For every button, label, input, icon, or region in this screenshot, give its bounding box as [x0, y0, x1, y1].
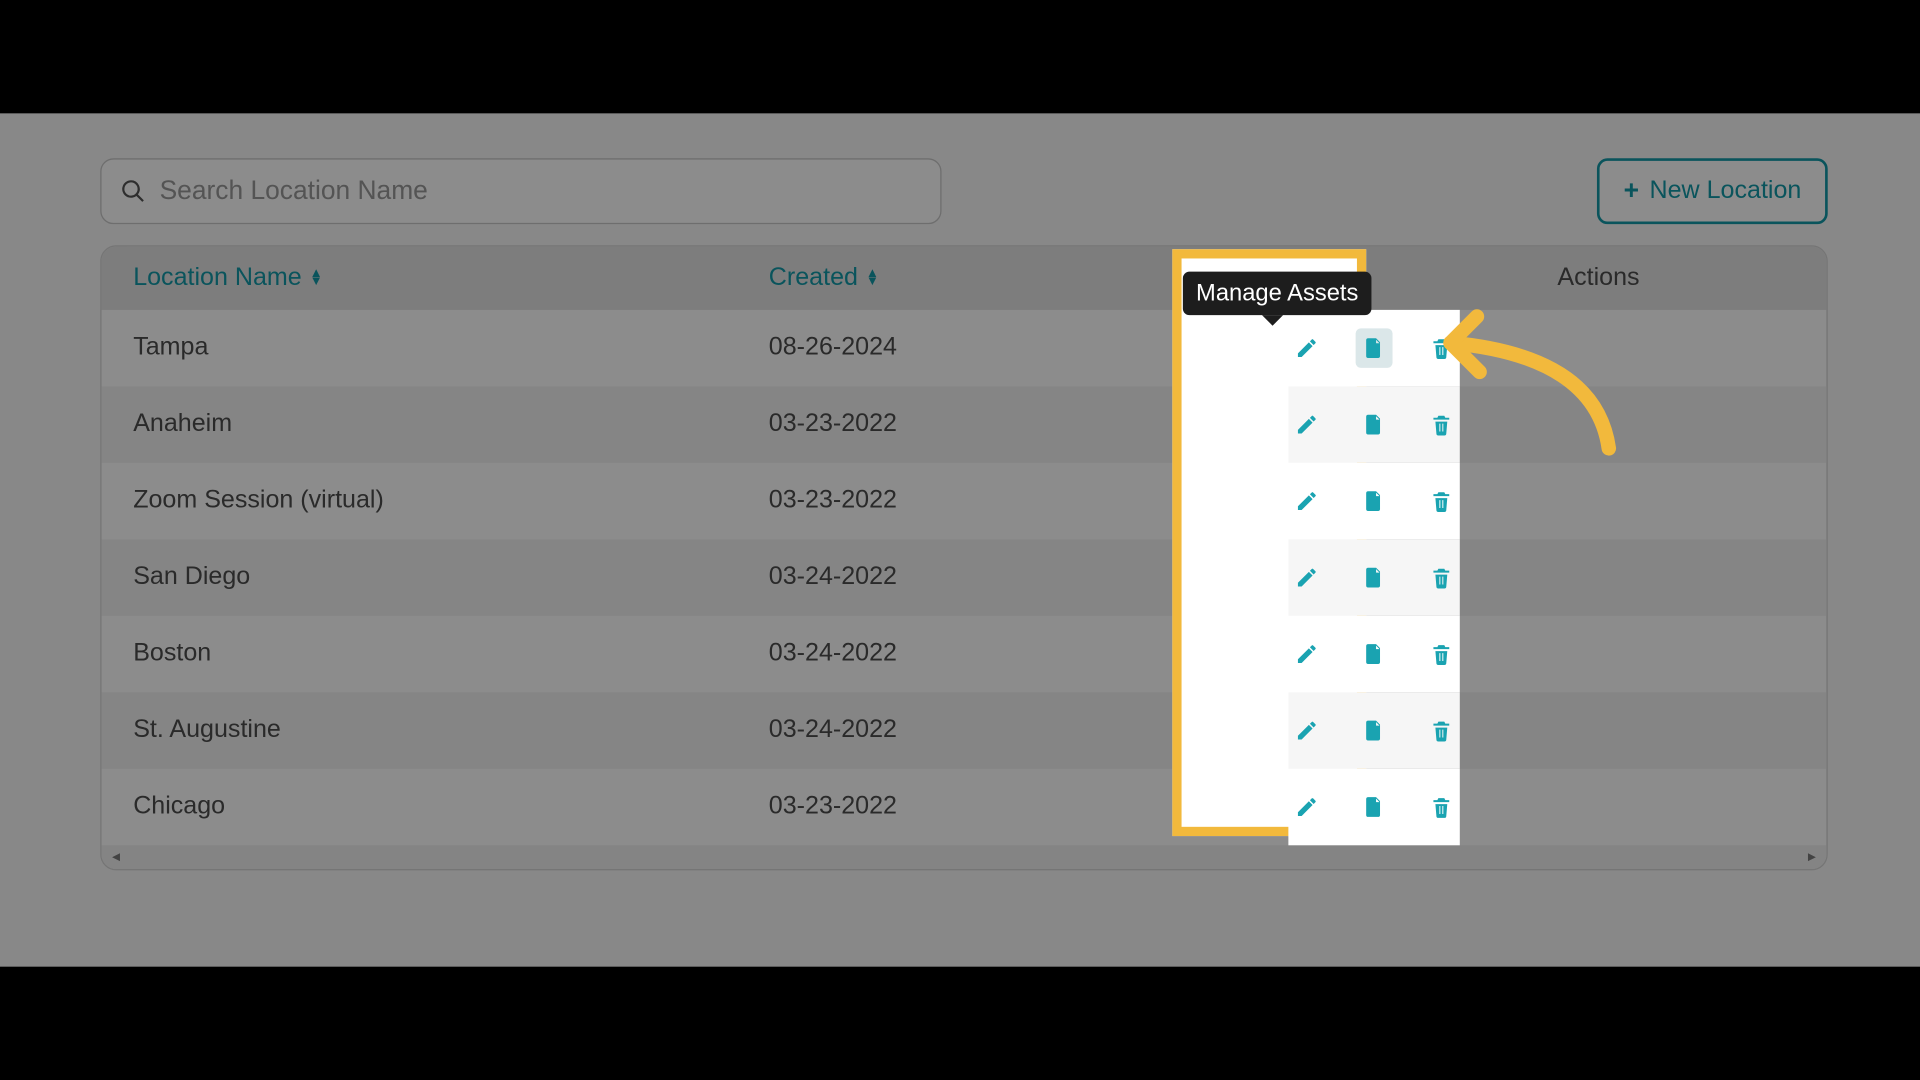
page-background: + New Location Location Name ▲▼ Created … [0, 113, 1920, 966]
tooltip-manage-assets: Manage Assets [1183, 272, 1372, 316]
locations-table: Location Name ▲▼ Created ▲▼ Actions Tamp… [100, 245, 1827, 870]
document-icon [1362, 795, 1386, 819]
manage-assets-button[interactable] [1356, 405, 1392, 445]
cell-actions [1288, 386, 1459, 462]
cell-location-name: Tampa [102, 334, 769, 363]
table-row: Zoom Session (virtual)03-23-2022 [102, 463, 1827, 539]
table-row: San Diego03-24-2022 [102, 539, 1827, 615]
cell-created: 08-26-2024 [769, 334, 1157, 363]
cell-location-name: Boston [102, 640, 769, 669]
cell-actions [1288, 310, 1459, 386]
new-location-label: New Location [1650, 177, 1802, 206]
trash-icon [1430, 642, 1454, 666]
manage-assets-button[interactable] [1356, 634, 1392, 674]
document-icon [1362, 336, 1386, 360]
delete-button[interactable] [1424, 558, 1460, 598]
sort-icon: ▲▼ [866, 270, 879, 286]
search-input[interactable] [160, 176, 922, 206]
cell-created: 03-23-2022 [769, 487, 1157, 516]
table-row: Anaheim03-23-2022 [102, 386, 1827, 462]
trash-icon [1430, 795, 1454, 819]
column-header-created-label: Created [769, 264, 858, 293]
cell-location-name: San Diego [102, 563, 769, 592]
scroll-left-icon[interactable]: ◄ [109, 850, 122, 865]
edit-button[interactable] [1288, 787, 1324, 827]
document-icon [1362, 642, 1386, 666]
cell-created: 03-24-2022 [769, 716, 1157, 745]
document-icon [1362, 413, 1386, 437]
table-row: Tampa08-26-2024 [102, 310, 1827, 386]
column-header-name[interactable]: Location Name ▲▼ [102, 264, 769, 293]
column-header-actions: Actions [1460, 264, 1827, 293]
cell-created: 03-23-2022 [769, 410, 1157, 439]
delete-button[interactable] [1424, 634, 1460, 674]
column-header-name-label: Location Name [133, 264, 302, 293]
cell-location-name: Anaheim [102, 410, 769, 439]
delete-button[interactable] [1424, 405, 1460, 445]
pencil-icon [1295, 489, 1319, 513]
sort-icon: ▲▼ [310, 270, 323, 286]
cell-actions [1288, 616, 1459, 692]
plus-icon: + [1624, 178, 1639, 204]
edit-button[interactable] [1288, 711, 1324, 751]
cell-actions [1288, 769, 1459, 845]
pencil-icon [1295, 336, 1319, 360]
trash-icon [1430, 719, 1454, 743]
cell-created: 03-23-2022 [769, 793, 1157, 822]
cell-location-name: Chicago [102, 793, 769, 822]
cell-location-name: Zoom Session (virtual) [102, 487, 769, 516]
table-row: Boston03-24-2022 [102, 616, 1827, 692]
pencil-icon [1295, 719, 1319, 743]
edit-button[interactable] [1288, 634, 1324, 674]
new-location-button[interactable]: + New Location [1597, 158, 1828, 224]
column-header-created[interactable]: Created ▲▼ [769, 264, 1157, 293]
pencil-icon [1295, 642, 1319, 666]
trash-icon [1430, 566, 1454, 590]
table-row: St. Augustine03-24-2022 [102, 692, 1827, 768]
table-row: Chicago03-23-2022 [102, 769, 1827, 845]
document-icon [1362, 719, 1386, 743]
cell-actions [1288, 463, 1459, 539]
cell-created: 03-24-2022 [769, 640, 1157, 669]
table-header: Location Name ▲▼ Created ▲▼ Actions [102, 247, 1827, 310]
pencil-icon [1295, 795, 1319, 819]
cell-location-name: St. Augustine [102, 716, 769, 745]
delete-button[interactable] [1424, 328, 1460, 368]
search-box[interactable] [100, 158, 941, 224]
document-icon [1362, 566, 1386, 590]
manage-assets-button[interactable] [1356, 328, 1392, 368]
manage-assets-button[interactable] [1356, 481, 1392, 521]
horizontal-scrollbar[interactable]: ◄ ► [102, 845, 1827, 869]
manage-assets-button[interactable] [1356, 558, 1392, 598]
edit-button[interactable] [1288, 481, 1324, 521]
edit-button[interactable] [1288, 328, 1324, 368]
trash-icon [1430, 489, 1454, 513]
edit-button[interactable] [1288, 558, 1324, 598]
manage-assets-button[interactable] [1356, 787, 1392, 827]
cell-created: 03-24-2022 [769, 563, 1157, 592]
toolbar: + New Location [100, 158, 1827, 224]
delete-button[interactable] [1424, 787, 1460, 827]
cell-actions [1288, 692, 1459, 768]
scroll-right-icon[interactable]: ► [1805, 850, 1818, 865]
table-body: Tampa08-26-2024Anaheim03-23-2022Zoom Ses… [102, 310, 1827, 845]
pencil-icon [1295, 413, 1319, 437]
trash-icon [1430, 336, 1454, 360]
delete-button[interactable] [1424, 481, 1460, 521]
document-icon [1362, 489, 1386, 513]
delete-button[interactable] [1424, 711, 1460, 751]
search-icon [120, 178, 146, 204]
cell-actions [1288, 539, 1459, 615]
edit-button[interactable] [1288, 405, 1324, 445]
manage-assets-button[interactable] [1356, 711, 1392, 751]
pencil-icon [1295, 566, 1319, 590]
trash-icon [1430, 413, 1454, 437]
